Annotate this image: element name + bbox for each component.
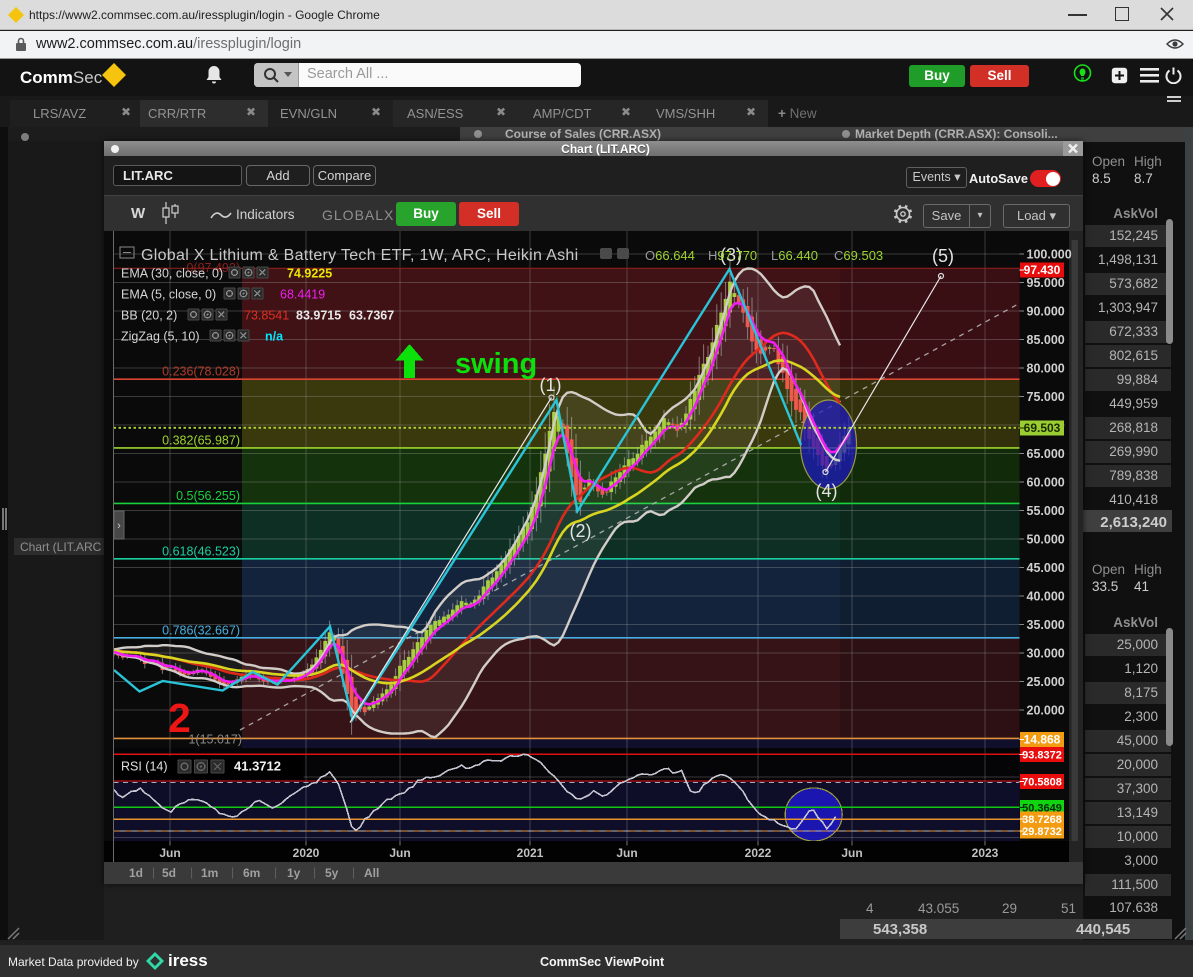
svg-text:›: ›	[117, 520, 121, 532]
svg-text:45.000: 45.000	[1027, 561, 1065, 575]
svg-text:93.8372: 93.8372	[1022, 749, 1062, 761]
svg-text:97.430: 97.430	[1024, 263, 1061, 277]
svg-text:75.000: 75.000	[1027, 390, 1065, 404]
svg-text:(2): (2)	[570, 521, 592, 541]
svg-text:40.000: 40.000	[1027, 590, 1065, 604]
svg-text:55.000: 55.000	[1027, 504, 1065, 518]
svg-text:0.618(46.523): 0.618(46.523)	[162, 545, 240, 559]
svg-text:n/a: n/a	[265, 330, 284, 344]
svg-text:(1): (1)	[540, 375, 562, 395]
svg-text:85.000: 85.000	[1027, 333, 1065, 347]
svg-text:Jun: Jun	[159, 846, 180, 860]
svg-text:EMA (30, close, 0): EMA (30, close, 0)	[121, 267, 223, 281]
svg-text:63.7367: 63.7367	[349, 309, 394, 323]
svg-text:80.000: 80.000	[1027, 362, 1065, 376]
svg-text:1(15.017): 1(15.017)	[188, 733, 242, 747]
svg-text:68.4419: 68.4419	[280, 288, 325, 302]
svg-text:(5): (5)	[932, 246, 954, 266]
svg-text:41.3712: 41.3712	[234, 759, 281, 774]
svg-text:74.9225: 74.9225	[287, 267, 332, 281]
svg-text:Jun: Jun	[841, 846, 862, 860]
svg-text:L66.440: L66.440	[771, 248, 818, 263]
svg-text:73.8541: 73.8541	[244, 309, 289, 323]
svg-text:ZigZag (5, 10): ZigZag (5, 10)	[121, 330, 200, 344]
svg-text:50.000: 50.000	[1027, 533, 1065, 547]
svg-text:90.000: 90.000	[1027, 305, 1065, 319]
svg-text:H97.770: H97.770	[708, 248, 757, 263]
svg-text:2023: 2023	[972, 846, 999, 860]
svg-text:29.8732: 29.8732	[1022, 826, 1062, 838]
svg-text:14.868: 14.868	[1024, 732, 1061, 746]
svg-text:65.000: 65.000	[1027, 447, 1065, 461]
svg-text:60.000: 60.000	[1027, 476, 1065, 490]
svg-text:0.382(65.987): 0.382(65.987)	[162, 434, 240, 448]
svg-text:2022: 2022	[745, 846, 772, 860]
svg-text:O66.644: O66.644	[645, 248, 695, 263]
svg-text:70.5808: 70.5808	[1022, 777, 1062, 789]
svg-text:swing: swing	[455, 348, 537, 380]
svg-text:Global X Lithium & Battery Tec: Global X Lithium & Battery Tech ETF, 1W,…	[141, 247, 578, 264]
svg-text:0.236(78.028): 0.236(78.028)	[162, 365, 240, 379]
svg-text:25.000: 25.000	[1027, 675, 1065, 689]
svg-text:2021: 2021	[517, 846, 544, 860]
svg-text:35.000: 35.000	[1027, 618, 1065, 632]
svg-text:95.000: 95.000	[1027, 276, 1065, 290]
svg-text:0.5(56.255): 0.5(56.255)	[176, 489, 240, 503]
svg-text:BB (20, 2): BB (20, 2)	[121, 309, 177, 323]
svg-text:Jun: Jun	[616, 846, 637, 860]
svg-text:69.503: 69.503	[1024, 421, 1061, 435]
svg-text:2020: 2020	[293, 846, 320, 860]
svg-text:RSI (14): RSI (14)	[121, 760, 168, 774]
svg-text:83.9715: 83.9715	[296, 309, 341, 323]
svg-text:EMA (5, close, 0): EMA (5, close, 0)	[121, 288, 216, 302]
svg-text:100.000: 100.000	[1027, 248, 1072, 262]
svg-text:30.000: 30.000	[1027, 647, 1065, 661]
svg-text:(4): (4)	[816, 481, 838, 501]
svg-text:2: 2	[168, 695, 191, 741]
svg-text:C69.503: C69.503	[834, 248, 883, 263]
svg-text:20.000: 20.000	[1027, 704, 1065, 718]
svg-text:Jun: Jun	[389, 846, 410, 860]
svg-text:0.786(32.667): 0.786(32.667)	[162, 624, 240, 638]
